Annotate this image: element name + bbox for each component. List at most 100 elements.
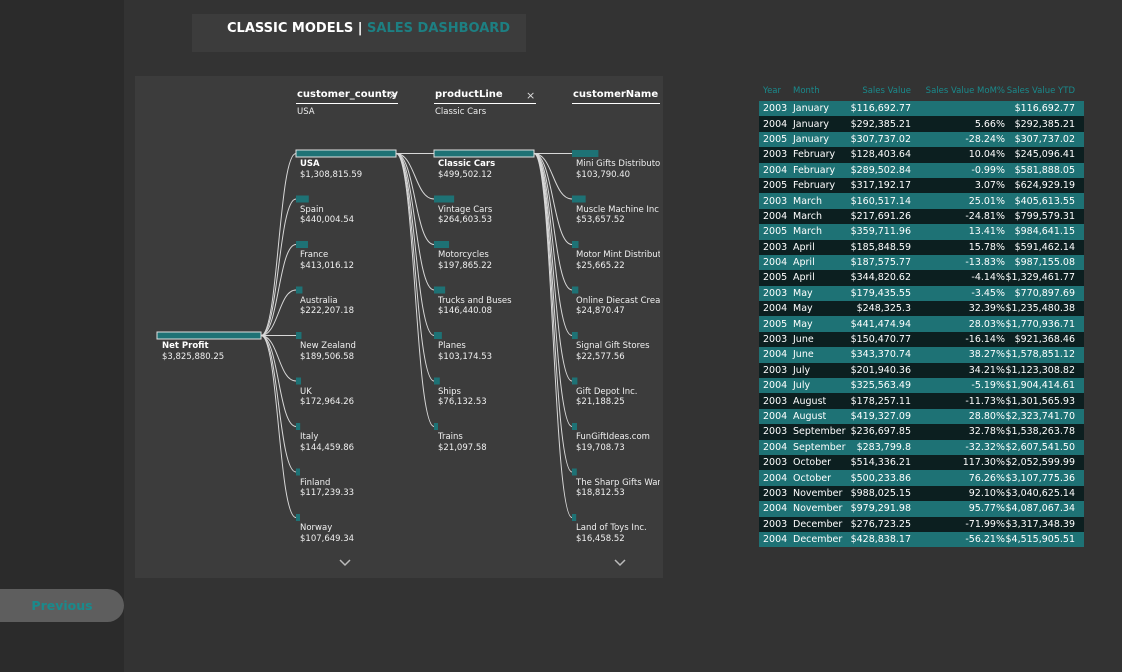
- tree-node-bar[interactable]: [296, 423, 301, 430]
- tree-node[interactable]: Online Diecast Creat $24,870.47: [576, 296, 660, 317]
- tree-node[interactable]: Planes $103,174.53: [438, 341, 534, 362]
- tree-node[interactable]: Finland $117,239.33: [300, 478, 396, 499]
- tree-node-bar[interactable]: [572, 241, 579, 248]
- col-header-sales-ytd[interactable]: Sales Value YTD: [1005, 86, 1080, 96]
- tree-node[interactable]: FunGiftIdeas.com $19,708.73: [576, 432, 660, 453]
- table-row[interactable]: 2005 April $344,820.62 -4.14% $1,329,461.77: [759, 270, 1084, 286]
- tree-node-bar[interactable]: [572, 377, 578, 385]
- table-row[interactable]: 2005 May $441,474.94 28.03% $1,770,936.71: [759, 316, 1084, 332]
- table-row[interactable]: 2005 January $307,737.02 -28.24% $307,737.02: [759, 131, 1084, 148]
- tree-node[interactable]: Norway $107,649.34: [300, 523, 396, 544]
- tree-node-value: $53,657.52: [576, 215, 625, 225]
- tree-node-bar[interactable]: [572, 332, 578, 339]
- tree-node-bar[interactable]: [572, 423, 578, 430]
- table-row[interactable]: 2004 August $419,327.09 28.80% $2,323,741.70: [759, 408, 1084, 425]
- tree-node-bar[interactable]: [434, 332, 442, 339]
- tree-node[interactable]: Motor Mint Distribut $25,665.22: [576, 250, 660, 271]
- table-row[interactable]: 2004 March $217,691.26 -24.81% $799,579.31: [759, 208, 1084, 225]
- table-row[interactable]: 2003 January $116,692.77 $116,692.77: [759, 101, 1084, 117]
- tree-node-bar[interactable]: [296, 468, 300, 476]
- tree-node-bar[interactable]: [572, 468, 577, 476]
- col-header-sales-mom[interactable]: Sales Value MoM%: [911, 86, 1005, 96]
- table-row[interactable]: 2004 September $283,799.8 -32.32% $2,607,541…: [759, 439, 1084, 455]
- tree-node[interactable]: Vintage Cars $264,603.53: [438, 205, 534, 226]
- table-cell: July: [793, 364, 811, 376]
- table-row[interactable]: 2003 November $988,025.15 92.10% $3,040,625.…: [759, 485, 1084, 502]
- tree-node-bar[interactable]: [434, 241, 450, 248]
- remove-level-country-icon[interactable]: ×: [388, 89, 397, 102]
- table-row[interactable]: 2003 December $276,723.25 -71.99% $3,317,348…: [759, 516, 1084, 532]
- table-row[interactable]: 2003 September $236,697.85 32.78% $1,538,263…: [759, 424, 1084, 440]
- tree-node-bar[interactable]: [295, 149, 397, 158]
- root-node-bar[interactable]: [156, 331, 262, 340]
- tree-node[interactable]: France $413,016.12: [300, 250, 396, 271]
- tree-node[interactable]: Classic Cars $499,502.12: [438, 159, 534, 180]
- table-row[interactable]: 2004 April $187,575.77 -13.83% $987,155.08: [759, 254, 1084, 271]
- tree-node[interactable]: UK $172,964.26: [300, 387, 396, 408]
- tree-node[interactable]: Gift Depot Inc. $21,188.25: [576, 387, 660, 408]
- table-row[interactable]: 2004 July $325,563.49 -5.19% $1,904,414.61: [759, 378, 1084, 394]
- tree-node-bar[interactable]: [572, 150, 599, 157]
- scroll-down-customer-icon[interactable]: [613, 558, 627, 568]
- tree-node[interactable]: Land of Toys Inc. $16,458.52: [576, 523, 660, 544]
- level-header-productline[interactable]: productLine: [435, 89, 503, 100]
- tree-node[interactable]: Australia $222,207.18: [300, 296, 396, 317]
- root-node[interactable]: Net Profit $3,825,880.25: [162, 341, 262, 362]
- scroll-down-country-icon[interactable]: [338, 558, 352, 568]
- tree-node[interactable]: Trains $21,097.58: [438, 432, 534, 453]
- table-row[interactable]: 2003 March $160,517.14 25.01% $405,613.55: [759, 193, 1084, 209]
- tree-node[interactable]: Trucks and Buses $146,440.08: [438, 296, 534, 317]
- table-row[interactable]: 2003 April $185,848.59 15.78% $591,462.14: [759, 239, 1084, 255]
- tree-node[interactable]: Mini Gifts Distributo $103,790.40: [576, 159, 660, 180]
- table-row[interactable]: 2004 June $343,370.74 38.27% $1,578,851.12: [759, 347, 1084, 363]
- table-row[interactable]: 2003 October $514,336.21 117.30% $2,052,599.…: [759, 454, 1084, 471]
- tree-node[interactable]: Muscle Machine Inc $53,657.52: [576, 205, 660, 226]
- tree-node-bar[interactable]: [434, 286, 446, 294]
- table-row[interactable]: 2005 February $317,192.17 3.07% $624,929.19: [759, 177, 1084, 194]
- tree-node[interactable]: Italy $144,459.86: [300, 432, 396, 453]
- tree-node-bar[interactable]: [572, 286, 579, 294]
- table-row[interactable]: 2004 February $289,502.84 -0.99% $581,888.05: [759, 162, 1084, 178]
- tree-node-bar[interactable]: [296, 332, 302, 339]
- col-header-month[interactable]: Month: [791, 86, 847, 96]
- level-header-country[interactable]: customer_country: [297, 89, 398, 100]
- tree-node-bar[interactable]: [296, 286, 303, 294]
- tree-node-bar[interactable]: [296, 377, 302, 385]
- col-header-sales-value[interactable]: Sales Value: [847, 86, 911, 96]
- table-row[interactable]: 2004 November $979,291.98 95.77% $4,087,067.…: [759, 501, 1084, 517]
- table-cell: 2003: [763, 364, 788, 376]
- remove-level-productline-icon[interactable]: ×: [526, 89, 535, 102]
- tree-node-bar[interactable]: [296, 241, 308, 248]
- table-row[interactable]: 2004 October $500,233.86 76.26% $3,107,775.3…: [759, 470, 1084, 486]
- tree-node[interactable]: USA $1,308,815.59: [300, 159, 396, 180]
- table-row[interactable]: 2003 August $178,257.11 -11.73% $1,301,565.9…: [759, 393, 1084, 409]
- table-row[interactable]: 2005 March $359,711.96 13.41% $984,641.15: [759, 224, 1084, 240]
- tree-node[interactable]: Signal Gift Stores $22,577.56: [576, 341, 660, 362]
- table-row[interactable]: 2003 May $179,435.55 -3.45% $770,897.69: [759, 285, 1084, 302]
- tree-node-bar[interactable]: [433, 149, 535, 158]
- tree-node-bar[interactable]: [434, 195, 455, 203]
- table-row[interactable]: 2003 June $150,470.77 -16.14% $921,368.46: [759, 331, 1084, 348]
- tree-node[interactable]: Spain $440,004.54: [300, 205, 396, 226]
- tree-connector: [260, 244, 297, 336]
- level-header-customername[interactable]: customerName: [573, 89, 658, 100]
- table-cell: 2003: [763, 395, 788, 407]
- table-row[interactable]: 2004 January $292,385.21 5.66% $292,385.21: [759, 116, 1084, 132]
- table-cell: $405,613.55: [1014, 195, 1075, 207]
- tree-node-bar[interactable]: [572, 514, 577, 521]
- table-row[interactable]: 2004 May $248,325.3 32.39% $1,235,480.38: [759, 301, 1084, 317]
- previous-button[interactable]: Previous: [0, 589, 124, 622]
- tree-node[interactable]: New Zealand $189,506.58: [300, 341, 396, 362]
- tree-node-bar[interactable]: [434, 377, 440, 385]
- tree-node-bar[interactable]: [434, 423, 438, 430]
- col-header-year[interactable]: Year: [759, 86, 791, 96]
- table-row[interactable]: 2003 February $128,403.64 10.04% $245,096.41: [759, 147, 1084, 163]
- tree-node-bar[interactable]: [572, 195, 586, 203]
- tree-node-bar[interactable]: [296, 514, 300, 521]
- table-row[interactable]: 2004 December $428,838.17 -56.21% $4,515,905…: [759, 531, 1084, 548]
- tree-node-bar[interactable]: [296, 195, 309, 203]
- tree-node[interactable]: Motorcycles $197,865.22: [438, 250, 534, 271]
- tree-node[interactable]: Ships $76,132.53: [438, 387, 534, 408]
- tree-node[interactable]: The Sharp Gifts Ware $18,812.53: [576, 478, 660, 499]
- table-row[interactable]: 2003 July $201,940.36 34.21% $1,123,308.82: [759, 362, 1084, 379]
